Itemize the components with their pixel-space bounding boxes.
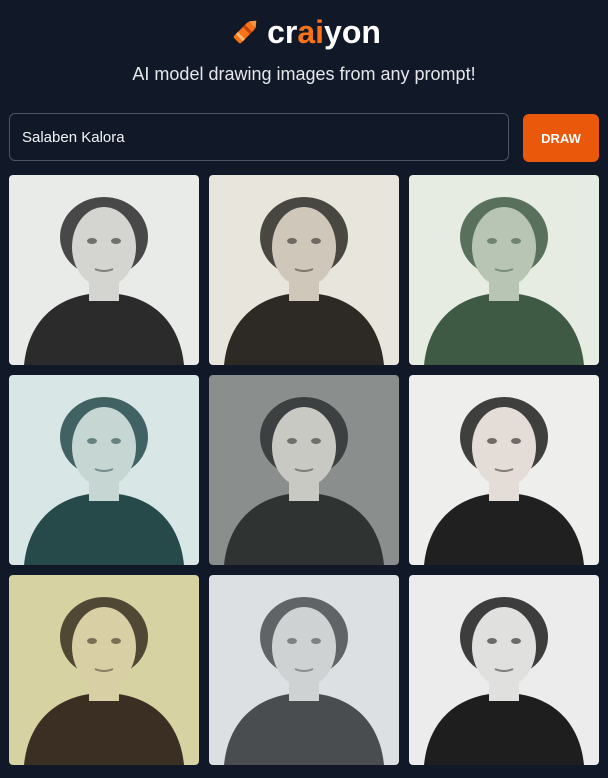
crayon-icon — [233, 20, 257, 44]
craiyon-page: craiyon AI model drawing images from any… — [0, 0, 608, 778]
result-image[interactable] — [209, 175, 399, 365]
brand-name-prefix: cr — [267, 13, 298, 50]
portrait-image — [209, 575, 399, 765]
header: craiyon — [0, 10, 608, 54]
result-image[interactable] — [9, 575, 199, 765]
portrait-image — [9, 575, 199, 765]
portrait-image — [409, 575, 599, 765]
portrait-image — [209, 375, 399, 565]
brand-name: craiyon — [267, 14, 381, 51]
draw-button[interactable]: DRAW — [523, 114, 599, 162]
result-image[interactable] — [409, 575, 599, 765]
prompt-input[interactable] — [9, 113, 509, 161]
results-grid — [9, 175, 599, 766]
result-image[interactable] — [209, 575, 399, 765]
portrait-image — [409, 175, 599, 365]
portrait-image — [409, 375, 599, 565]
result-image[interactable] — [9, 375, 199, 565]
result-image[interactable] — [409, 375, 599, 565]
result-image[interactable] — [9, 175, 199, 365]
portrait-image — [9, 375, 199, 565]
result-image[interactable] — [409, 175, 599, 365]
brand-name-suffix: yon — [324, 13, 381, 50]
brand-name-accent: ai — [297, 13, 325, 50]
portrait-image — [9, 175, 199, 365]
portrait-image — [209, 175, 399, 365]
logo[interactable]: craiyon — [227, 14, 381, 51]
tagline: AI model drawing images from any prompt! — [132, 64, 476, 84]
prompt-bar: DRAW — [9, 113, 599, 163]
result-image[interactable] — [209, 375, 399, 565]
